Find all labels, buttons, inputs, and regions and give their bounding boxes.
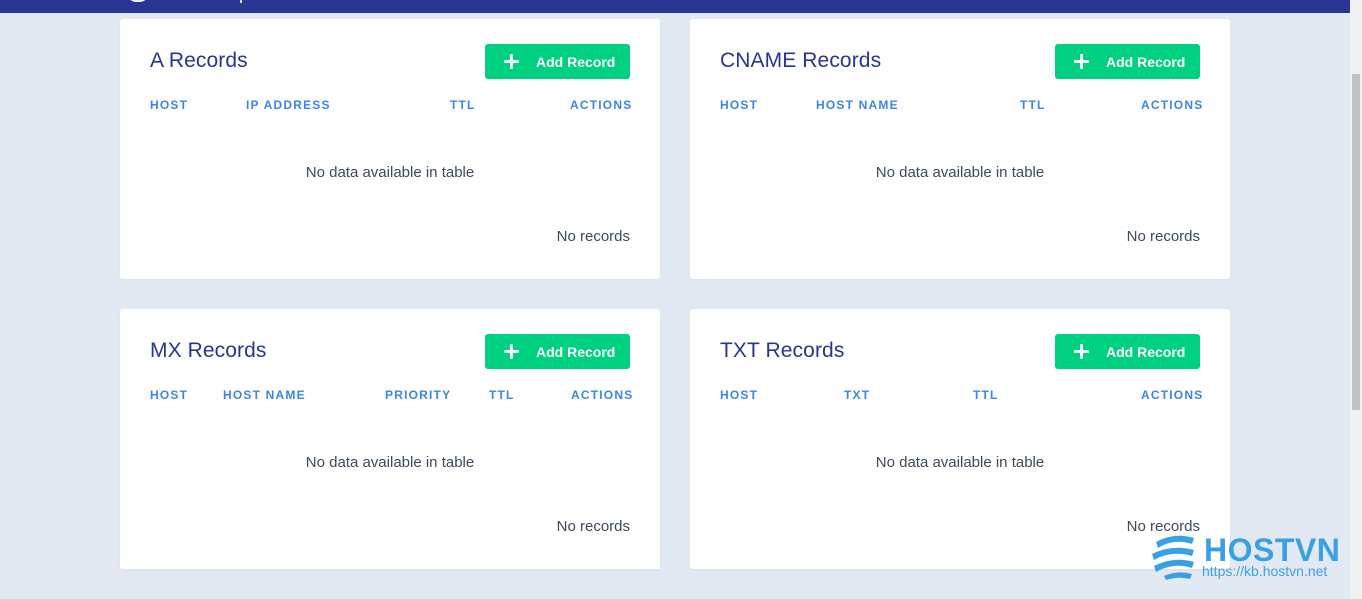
plus-icon [1074,344,1089,359]
column-header-ttl[interactable]: TTL [450,98,476,112]
column-header-host[interactable]: HOST [150,388,188,402]
empty-table-message: No data available in table [875,164,1045,181]
mx-records-add-button[interactable]: Add Record [485,334,630,369]
a-records-card: A Records Add Record HOST IP ADDRESS TTL… [120,19,660,279]
top-header-bar [0,0,1350,13]
empty-table-message: No data available in table [305,164,475,181]
records-count: No records [1126,228,1200,245]
column-header-host-name[interactable]: HOST NAME [223,388,306,402]
plus-icon [1074,54,1089,69]
column-header-actions: ACTIONS [570,98,633,112]
a-records-add-button[interactable]: Add Record [485,44,630,79]
hostvn-watermark: HOSTVN https://kb.hostvn.net [1150,532,1340,582]
cname-records-add-button[interactable]: Add Record [1055,44,1200,79]
records-count: No records [1126,518,1200,535]
column-header-actions: ACTIONS [1141,98,1204,112]
add-button-label: Add Record [1106,53,1186,70]
column-header-host[interactable]: HOST [150,98,188,112]
records-count: No records [556,518,630,535]
column-header-actions: ACTIONS [571,388,634,402]
plus-icon [504,344,519,359]
cname-records-card: CNAME Records Add Record HOST HOST NAME … [690,19,1230,279]
add-button-label: Add Record [536,53,616,70]
column-header-host[interactable]: HOST [720,98,758,112]
add-button-label: Add Record [536,343,616,360]
column-header-host[interactable]: HOST [720,388,758,402]
a-records-title: A Records [150,49,248,72]
cname-records-title: CNAME Records [720,49,882,72]
vertical-scrollbar[interactable] [1350,0,1362,599]
column-header-host-name[interactable]: HOST NAME [816,98,899,112]
add-button-label: Add Record [1106,343,1186,360]
empty-table-message: No data available in table [305,454,475,471]
column-header-priority[interactable]: PRIORITY [385,388,451,402]
column-header-ttl[interactable]: TTL [1020,98,1046,112]
column-header-ttl[interactable]: TTL [489,388,515,402]
txt-records-add-button[interactable]: Add Record [1055,334,1200,369]
header-logo-fragment-tick [240,0,242,3]
header-logo-fragment [128,0,148,2]
txt-records-title: TXT Records [720,339,845,362]
column-header-actions: ACTIONS [1141,388,1204,402]
txt-records-card: TXT Records Add Record HOST TXT TTL ACTI… [690,309,1230,569]
mx-records-card: MX Records Add Record HOST HOST NAME PRI… [120,309,660,569]
scrollbar-thumb[interactable] [1352,74,1360,410]
column-header-ip-address[interactable]: IP ADDRESS [246,98,331,112]
mx-records-title: MX Records [150,339,267,362]
hostvn-logo-icon [1152,535,1194,580]
watermark-url: https://kb.hostvn.net [1202,563,1328,579]
empty-table-message: No data available in table [875,454,1045,471]
column-header-ttl[interactable]: TTL [973,388,999,402]
plus-icon [504,54,519,69]
records-count: No records [556,228,630,245]
column-header-txt[interactable]: TXT [844,388,870,402]
